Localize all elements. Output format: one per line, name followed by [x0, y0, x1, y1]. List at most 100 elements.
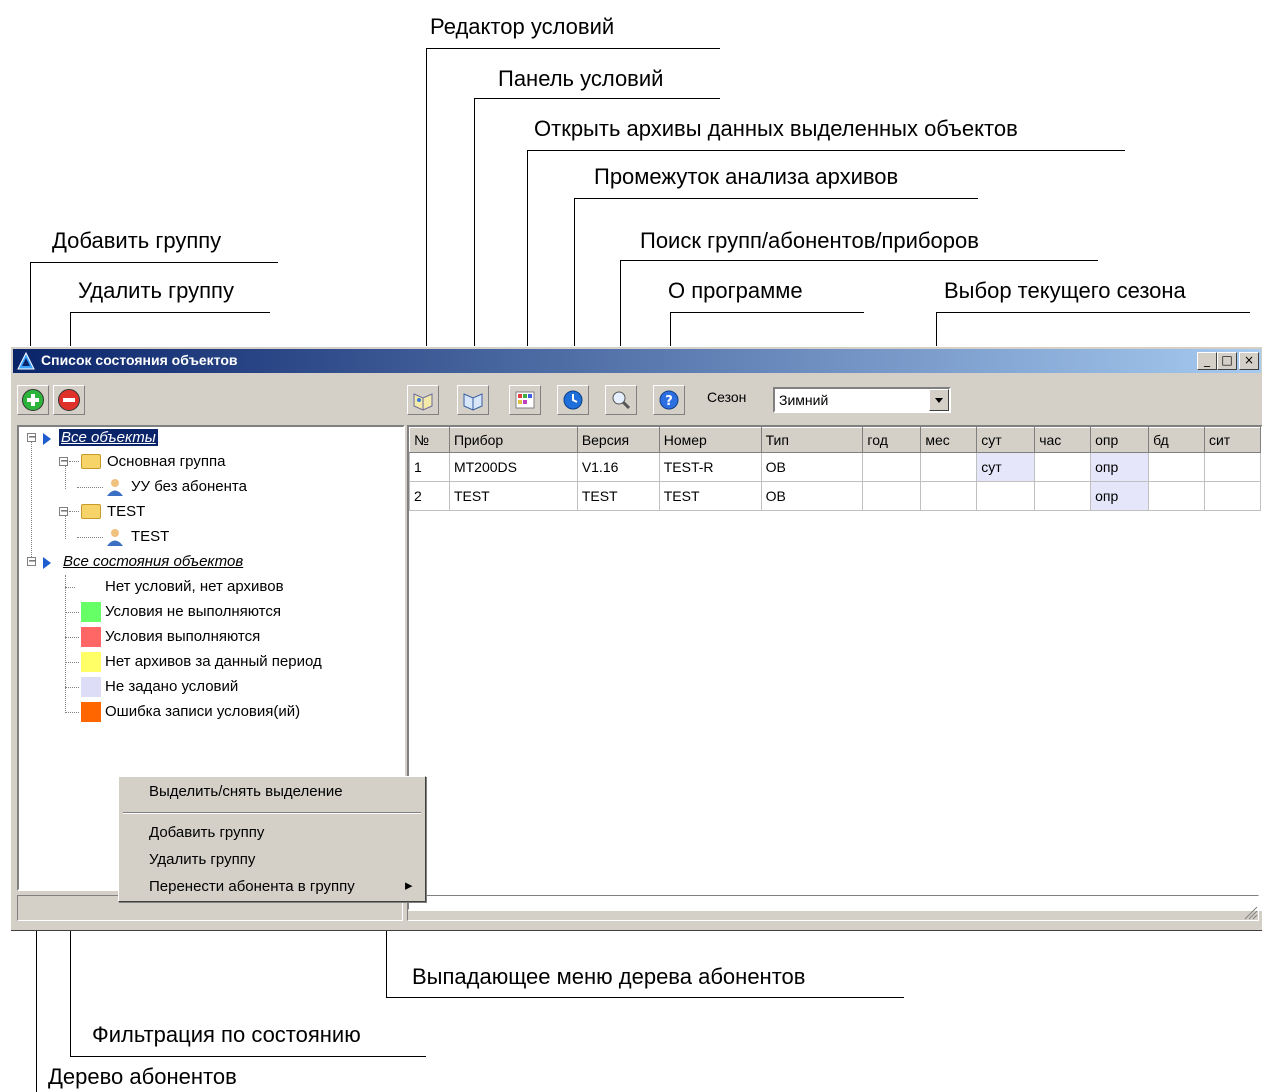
table-cell[interactable]: опр: [1090, 452, 1150, 482]
state-error[interactable]: Ошибка записи условия(ий): [105, 700, 300, 724]
column-header[interactable]: Тип: [760, 427, 864, 453]
open-archives-button[interactable]: [509, 385, 541, 415]
tree-node-uu[interactable]: УУ без абонента: [131, 475, 247, 499]
archive-period-button[interactable]: [557, 385, 589, 415]
condition-editor-button[interactable]: [407, 385, 439, 415]
annotation-open-archives: Открыть архивы данных выделенных объекто…: [534, 116, 1018, 141]
condition-panel-button[interactable]: [457, 385, 489, 415]
state-met[interactable]: Условия выполняются: [105, 625, 260, 649]
table-cell[interactable]: [1034, 481, 1092, 511]
all-states-arrow-icon: [43, 557, 51, 569]
tree-all-objects[interactable]: Все объекты: [59, 426, 158, 450]
annotation-season-select: Выбор текущего сезона: [944, 278, 1186, 303]
column-header[interactable]: №: [409, 427, 450, 453]
resize-grip-icon[interactable]: [1242, 904, 1258, 920]
app-logo-icon: [17, 352, 35, 370]
table-header-row: № Прибор Версия Номер Тип год мес сут ча…: [409, 427, 1261, 453]
condition-panel-icon: [463, 393, 483, 411]
state-not-met[interactable]: Условия не выполняются: [105, 600, 281, 624]
table-cell[interactable]: [920, 452, 978, 482]
column-header[interactable]: опр: [1090, 427, 1150, 453]
title-bar[interactable]: Список состояния объектов _ □ ×: [13, 349, 1261, 373]
minimize-button[interactable]: _: [1197, 352, 1217, 370]
table-cell[interactable]: [1203, 481, 1261, 511]
state-no-conditions[interactable]: Нет условий, нет архивов: [105, 575, 284, 599]
all-objects-label: Все объекты: [59, 429, 158, 446]
objects-table: № Прибор Версия Номер Тип год мес сут ча…: [409, 427, 1261, 511]
open-archives-icon: [515, 391, 535, 409]
user-icon: [107, 529, 123, 546]
annotation-add-group: Добавить группу: [52, 228, 222, 253]
menu-item-toggle-selection[interactable]: Выделить/снять выделение: [149, 783, 343, 800]
menu-item-add-group[interactable]: Добавить группу: [149, 824, 264, 841]
search-button[interactable]: [605, 385, 637, 415]
column-header[interactable]: Номер: [658, 427, 762, 453]
status-bar-right: [407, 895, 1259, 921]
table-cell[interactable]: [976, 481, 1036, 511]
condition-editor-icon: [413, 393, 433, 411]
menu-item-move-subscriber[interactable]: Перенести абонента в группу: [149, 878, 355, 895]
column-header[interactable]: Прибор: [448, 427, 578, 453]
folder-icon: [81, 454, 101, 469]
expand-group-main[interactable]: −: [59, 457, 68, 467]
table-cell[interactable]: опр: [1090, 481, 1150, 511]
table-cell[interactable]: TEST-R: [658, 452, 762, 482]
table-cell[interactable]: TEST: [658, 481, 762, 511]
table-cell[interactable]: [862, 481, 922, 511]
column-header[interactable]: год: [862, 427, 922, 453]
tree-node-test[interactable]: TEST: [131, 525, 169, 549]
expand-all-objects[interactable]: −: [27, 433, 36, 443]
menu-separator: [123, 812, 421, 814]
tree-group-test[interactable]: TEST: [107, 500, 145, 524]
about-button[interactable]: ?: [653, 385, 685, 415]
annotation-about: О программе: [668, 278, 803, 303]
state-lavender-swatch: [81, 677, 101, 697]
state-no-archives[interactable]: Нет архивов за данный период: [105, 650, 322, 674]
table-cell[interactable]: V1.16: [576, 452, 660, 482]
dropdown-arrow-icon[interactable]: [929, 389, 949, 411]
table-cell[interactable]: [1034, 452, 1092, 482]
season-select[interactable]: Зимний: [773, 387, 951, 413]
expand-all-states[interactable]: −: [27, 557, 36, 567]
svg-text:?: ?: [665, 394, 673, 409]
user-icon: [107, 479, 123, 496]
table-cell[interactable]: OB: [760, 481, 864, 511]
annotation-archive-period: Промежуток анализа архивов: [594, 164, 899, 189]
table-cell[interactable]: [1148, 452, 1205, 482]
add-group-button[interactable]: [17, 385, 49, 415]
table-row[interactable]: 2 TEST TEST TEST OB опр: [409, 481, 1261, 511]
season-select-value: Зимний: [779, 392, 829, 408]
column-header[interactable]: бд: [1148, 427, 1205, 453]
maximize-button[interactable]: □: [1217, 352, 1237, 370]
tree-all-states[interactable]: Все состояния объектов: [63, 550, 243, 574]
search-icon: [612, 391, 631, 410]
table-cell[interactable]: сут: [976, 452, 1036, 482]
table-cell[interactable]: 1: [409, 452, 450, 482]
annotation-subscriber-tree: Дерево абонентов: [48, 1064, 237, 1089]
table-cell[interactable]: TEST: [448, 481, 578, 511]
column-header[interactable]: сит: [1203, 427, 1261, 453]
table-cell[interactable]: [920, 481, 978, 511]
table-cell[interactable]: [862, 452, 922, 482]
table-cell[interactable]: TEST: [576, 481, 660, 511]
state-red-swatch: [81, 627, 101, 647]
table-cell[interactable]: [1203, 452, 1261, 482]
column-header[interactable]: сут: [976, 427, 1036, 453]
delete-group-button[interactable]: [53, 385, 85, 415]
column-header[interactable]: Версия: [576, 427, 660, 453]
table-cell[interactable]: OB: [760, 452, 864, 482]
column-header[interactable]: час: [1034, 427, 1092, 453]
expand-group-test[interactable]: −: [59, 507, 68, 517]
close-button[interactable]: ×: [1239, 352, 1259, 370]
table-cell[interactable]: MT200DS: [448, 452, 578, 482]
archive-period-icon: [563, 390, 583, 410]
table-row[interactable]: 1 MT200DS V1.16 TEST-R OB сут опр: [409, 452, 1261, 482]
tree-context-menu: Выделить/снять выделение Добавить группу…: [118, 776, 426, 902]
column-header[interactable]: мес: [920, 427, 978, 453]
state-not-set[interactable]: Не задано условий: [105, 675, 238, 699]
table-cell[interactable]: 2: [409, 481, 450, 511]
table-cell[interactable]: [1148, 481, 1205, 511]
objects-grid-panel[interactable]: № Прибор Версия Номер Тип год мес сут ча…: [407, 425, 1262, 911]
menu-item-delete-group[interactable]: Удалить группу: [149, 851, 255, 868]
tree-group-main[interactable]: Основная группа: [107, 450, 225, 474]
